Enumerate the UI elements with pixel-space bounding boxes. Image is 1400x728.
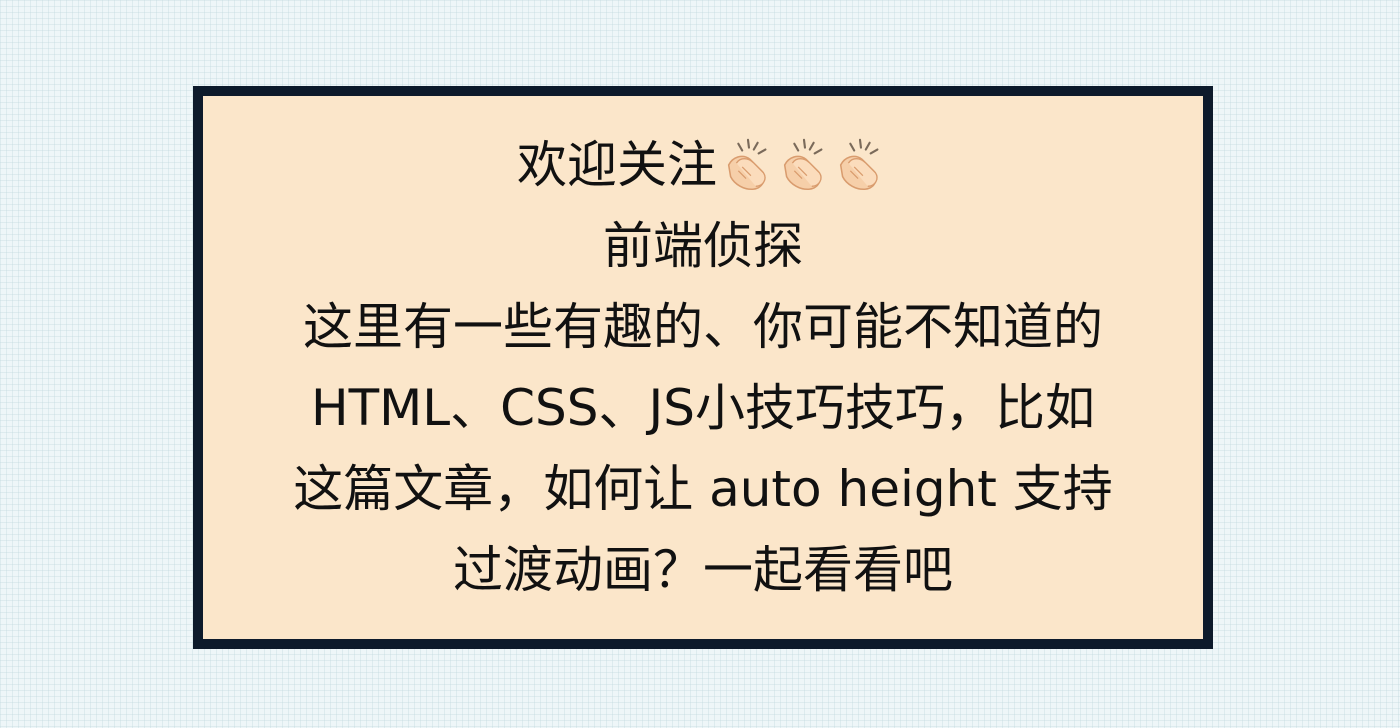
description-line-1: 这里有一些有趣的、你可能不知道的 (303, 297, 1103, 356)
description-line-3: 这篇文章，如何让 auto height 支持 (293, 459, 1113, 518)
promo-card: 欢迎关注 前端侦探 这里有一些有趣的、你可能不知道的 HTML、CSS、JS小技… (193, 86, 1213, 649)
welcome-text: 欢迎关注 (517, 135, 717, 194)
clapping-hands-icon (727, 138, 767, 190)
account-name: 前端侦探 (603, 216, 803, 275)
clapping-hands-icon (783, 138, 823, 190)
description-line-2: HTML、CSS、JS小技巧技巧，比如 (310, 378, 1095, 437)
welcome-row: 欢迎关注 (517, 125, 889, 206)
description-line-4: 过渡动画？一起看看吧 (453, 540, 953, 599)
clapping-hands-icon (839, 138, 879, 190)
clap-icons (721, 135, 889, 195)
